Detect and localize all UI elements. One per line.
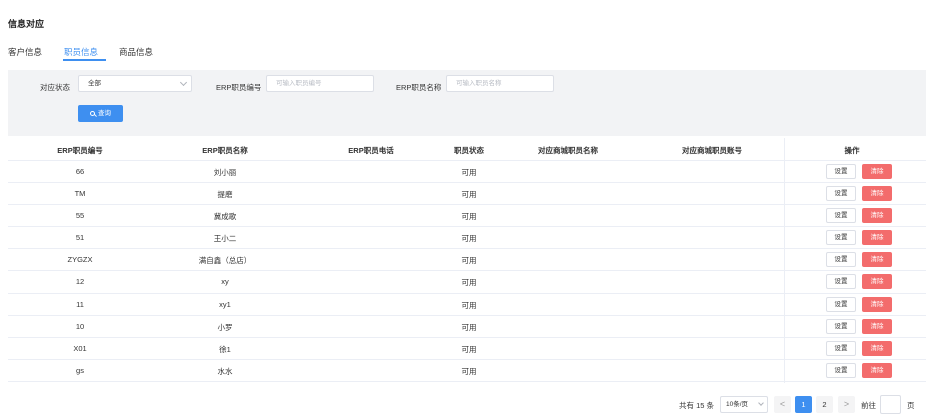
cell-erp-code: 12 xyxy=(75,277,85,287)
page-suffix-label: 页 xyxy=(907,401,915,410)
cell-status: 可用 xyxy=(461,278,477,288)
table-row: 51 王小二 可用 设置 清除 xyxy=(8,227,926,250)
page-button-1[interactable]: 1 xyxy=(795,396,812,413)
cell-erp-code: 11 xyxy=(76,299,84,309)
cell-erp-name: 王小二 xyxy=(213,234,237,244)
active-tab-indicator xyxy=(63,59,106,61)
table-row: ZYGZX 满自鑫（总店） 可用 设置 清除 xyxy=(8,249,926,272)
set-button[interactable]: 设置 xyxy=(826,186,856,202)
set-button[interactable]: 设置 xyxy=(826,208,856,224)
table-row: 10 小罗 可用 设置 清除 xyxy=(8,316,926,338)
cell-erp-code: TM xyxy=(74,189,86,199)
prev-page-button[interactable]: < xyxy=(774,396,791,413)
set-button[interactable]: 设置 xyxy=(826,362,856,378)
cell-status: 可用 xyxy=(461,300,477,310)
filter-panel: 对应状态 全部 ERP职员编号 可输入职员编号 ERP职员名称 可输入职员名称 … xyxy=(8,70,926,136)
staff-code-input[interactable]: 可输入职员编号 xyxy=(266,75,374,92)
set-button[interactable]: 设置 xyxy=(826,296,856,312)
table-row: 66 刘小丽 可用 设置 清除 xyxy=(8,161,926,184)
clear-button[interactable]: 清除 xyxy=(862,296,892,312)
cell-erp-name: 刘小丽 xyxy=(213,168,237,177)
table-body: 66 刘小丽 可用 设置 清除 TM 提磨 可用 设置 清除 55 冀成歌 可用 设置 清除 51 王小二 可用设… xyxy=(8,161,926,382)
chevron-down-icon xyxy=(758,400,764,406)
table-header: ERP职员编号 ERP职员名称 ERP职员电话 职员状态 对应商城职员名称 对应… xyxy=(8,138,926,161)
clear-button[interactable]: 清除 xyxy=(862,274,892,290)
cell-erp-name: 水水 xyxy=(217,366,233,376)
table-row: TM 提磨 可用 设置 清除 xyxy=(8,183,926,206)
page-button-2[interactable]: 2 xyxy=(816,396,833,413)
table-row: 55 冀成歌 可用 设置 清除 xyxy=(8,205,926,228)
cell-erp-code: 51 xyxy=(75,233,85,243)
chevron-down-icon xyxy=(179,78,188,87)
cell-erp-code: 55 xyxy=(75,211,85,221)
clear-button[interactable]: 清除 xyxy=(862,318,892,334)
clear-button[interactable]: 清除 xyxy=(862,362,892,378)
cell-erp-code: X01 xyxy=(73,343,87,353)
clear-button[interactable]: 清除 xyxy=(862,208,892,224)
set-button[interactable]: 设置 xyxy=(826,230,856,246)
cell-status: 可用 xyxy=(461,234,477,244)
set-button[interactable]: 设置 xyxy=(826,164,856,179)
clear-button[interactable]: 清除 xyxy=(862,164,892,179)
cell-erp-code: 10 xyxy=(75,321,85,331)
search-icon xyxy=(90,110,95,116)
cell-erp-name: xy1 xyxy=(219,299,231,309)
cell-erp-code: gs xyxy=(76,365,84,375)
code-filter-label: ERP职员编号 xyxy=(216,83,262,92)
cell-status: 可用 xyxy=(461,212,477,222)
table-row: 12 xy 可用 设置 清除 xyxy=(8,271,926,294)
cell-erp-code: 66 xyxy=(75,167,85,176)
col-status: 职员状态 xyxy=(454,146,484,155)
cell-erp-name: 提磨 xyxy=(217,190,233,200)
goto-label: 前往 xyxy=(861,401,876,410)
set-button[interactable]: 设置 xyxy=(826,274,856,290)
clear-button[interactable]: 清除 xyxy=(862,230,892,246)
staff-table: ERP职员编号 ERP职员名称 ERP职员电话 职员状态 对应商城职员名称 对应… xyxy=(8,138,926,383)
page-title: 信息对应 xyxy=(8,19,45,29)
col-mall-name: 对应商城职员名称 xyxy=(538,146,598,155)
query-button-label: 查询 xyxy=(98,110,111,117)
set-button[interactable]: 设置 xyxy=(826,340,856,356)
cell-erp-name: 徐1 xyxy=(219,344,231,354)
cell-status: 可用 xyxy=(461,366,477,376)
cell-erp-name: 冀成歌 xyxy=(213,212,237,222)
name-filter-label: ERP职员名称 xyxy=(396,83,442,92)
col-erp-code: ERP职员编号 xyxy=(57,146,103,155)
col-erp-phone: ERP职员电话 xyxy=(348,146,394,155)
clear-button[interactable]: 清除 xyxy=(862,252,892,268)
set-button[interactable]: 设置 xyxy=(826,318,856,334)
cell-status: 可用 xyxy=(461,322,477,332)
table-row: 11 xy1 可用 设置 清除 xyxy=(8,294,926,316)
status-select-value: 全部 xyxy=(88,80,101,87)
cell-erp-name: 满自鑫（总店） xyxy=(198,256,252,266)
cell-status: 可用 xyxy=(461,344,477,354)
tab-customer-info[interactable]: 客户信息 xyxy=(8,46,42,58)
cell-status: 可用 xyxy=(461,168,477,177)
col-actions: 操作 xyxy=(844,146,860,155)
pagination-total: 共有 15 条 xyxy=(679,401,715,410)
table-row: X01 徐1 可用 设置 清除 xyxy=(8,338,926,360)
tab-staff-info[interactable]: 职员信息 xyxy=(64,46,98,58)
status-filter-label: 对应状态 xyxy=(40,83,70,92)
tab-product-info[interactable]: 商品信息 xyxy=(119,46,153,58)
next-page-button[interactable]: > xyxy=(838,396,855,413)
cell-status: 可用 xyxy=(461,256,477,266)
cell-erp-name: 小罗 xyxy=(217,322,233,332)
staff-name-input[interactable]: 可输入职员名称 xyxy=(446,75,554,92)
col-erp-name: ERP职员名称 xyxy=(202,146,248,155)
page-size-value: 10条/页 xyxy=(726,401,749,408)
set-button[interactable]: 设置 xyxy=(826,252,856,268)
col-mall-account: 对应商城职员账号 xyxy=(682,146,742,155)
cell-erp-code: ZYGZX xyxy=(67,255,93,265)
clear-button[interactable]: 清除 xyxy=(862,340,892,356)
page-size-select[interactable]: 10条/页 xyxy=(720,396,768,413)
cell-status: 可用 xyxy=(461,190,477,200)
status-select[interactable]: 全部 xyxy=(78,75,192,92)
cell-erp-name: xy xyxy=(221,277,229,287)
goto-page-input[interactable] xyxy=(880,395,901,414)
clear-button[interactable]: 清除 xyxy=(862,186,892,202)
query-button[interactable]: 查询 xyxy=(78,105,123,122)
table-row: gs 水水 可用 设置 清除 xyxy=(8,360,926,382)
